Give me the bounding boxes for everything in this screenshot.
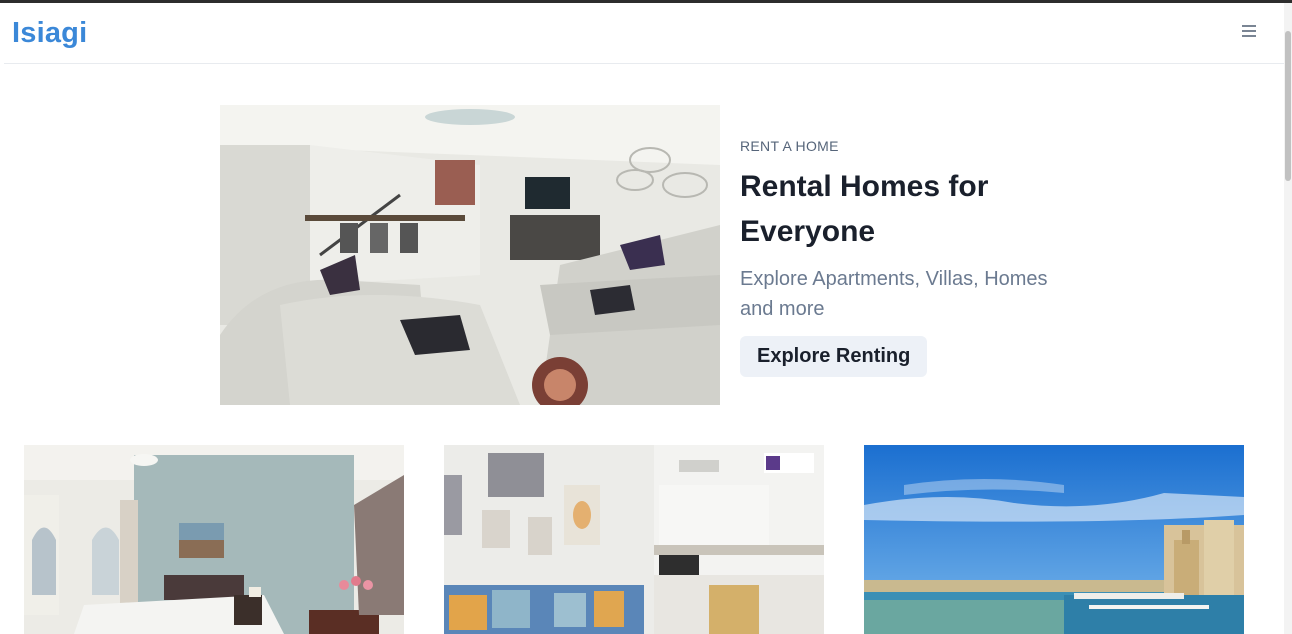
hero-image: [220, 105, 720, 413]
brand-logo[interactable]: Isiagi: [12, 17, 87, 50]
listing-card-bedroom[interactable]: [24, 445, 404, 634]
hero-subtitle: Explore Apartments, Villas, Homes and mo…: [740, 268, 1048, 320]
scrollbar-thumb[interactable]: [1285, 31, 1291, 181]
explore-renting-button[interactable]: Explore Renting: [740, 336, 928, 377]
listing-card-marina[interactable]: [864, 445, 1244, 634]
hamburger-menu-icon[interactable]: [1242, 25, 1256, 37]
navbar: Isiagi: [4, 3, 1284, 64]
hero-title: Rental Homes for Everyone: [740, 170, 989, 248]
hero-text: RENT A HOME Rental Homes for Everyone Ex…: [740, 138, 1070, 377]
scrollbar[interactable]: [1284, 3, 1292, 634]
listing-card-living-room[interactable]: [444, 445, 824, 634]
hero-eyebrow: RENT A HOME: [740, 138, 839, 154]
